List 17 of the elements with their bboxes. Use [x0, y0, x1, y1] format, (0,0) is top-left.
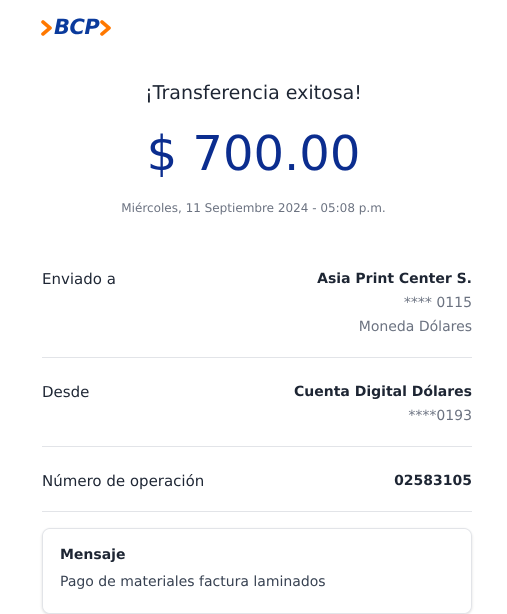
detail-value: Cuenta Digital Dólares [294, 382, 472, 402]
detail-value: Asia Print Center S. [317, 270, 472, 288]
detail-value: **** 0115 [404, 294, 472, 312]
success-title: ¡Transferencia exitosa! [145, 81, 362, 106]
detail-value: Moneda Dólares [358, 318, 472, 336]
detail-value: ****0193 [408, 406, 472, 426]
chevron-icon [100, 20, 112, 36]
detail-label: Enviado a [42, 268, 116, 290]
chevron-icon [41, 20, 53, 36]
detail-value: 02583105 [394, 472, 472, 490]
message-text: Pago de materiales factura laminados [60, 572, 327, 592]
detail-label: Desde [42, 382, 90, 402]
bank-logo: BCP [54, 17, 100, 38]
detail-label: Número de operación [42, 470, 204, 492]
transfer-datetime: Miércoles, 11 Septiembre 2024 - 05:08 p.m. [121, 200, 386, 216]
message-heading: Mensaje [60, 546, 126, 564]
amount: $ 700.00 [146, 130, 360, 178]
